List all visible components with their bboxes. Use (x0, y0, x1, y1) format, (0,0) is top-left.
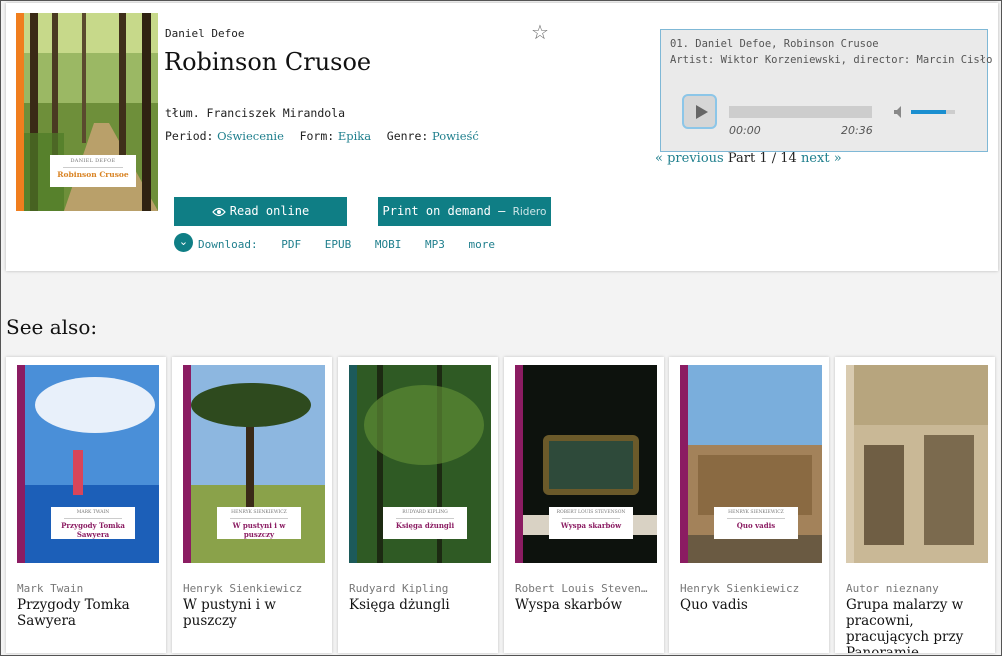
book-cover[interactable]: DANIEL DEFOE Robinson Crusoe (16, 13, 158, 211)
download-epub[interactable]: EPUB (325, 238, 352, 251)
cover-spine (17, 365, 25, 563)
period-label: Period: (165, 129, 214, 143)
book-translator: tłum. Franciszek Mirandola (165, 106, 346, 120)
see-also-card-wyspa-skarbow[interactable]: ROBERT LOUIS STEVENSON Wyspa skarbów Rober… (504, 357, 664, 653)
cover-title: Wyspa skarbów (560, 521, 622, 530)
see-also-card-quo-vadis[interactable]: HENRYK SIENKIEWICZ Quo vadis Henryk Sienki… (669, 357, 829, 653)
see-also-author[interactable]: Henryk Sienkiewicz (680, 582, 822, 595)
see-also-author[interactable]: Mark Twain (17, 582, 159, 595)
download-mp3[interactable]: MP3 (425, 238, 445, 251)
see-also-title[interactable]: Quo vadis (680, 597, 822, 613)
period-link[interactable]: Oświecenie (217, 129, 284, 143)
see-also-title[interactable]: Wyspa skarbów (515, 597, 657, 613)
cover-title: Quo vadis (736, 521, 776, 530)
read-online-label: Read online (229, 204, 310, 218)
print-on-demand-button[interactable]: Print on demand – Ridero (378, 197, 551, 226)
part-indicator: Part 1 / 14 (727, 151, 797, 166)
cover-spine (349, 365, 357, 563)
cover-spine (680, 365, 688, 563)
download-pdf[interactable]: PDF (281, 238, 301, 251)
cover-label: HENRYK SIENKIEWICZ Quo vadis (714, 507, 798, 539)
see-also-cover[interactable]: HENRYK SIENKIEWICZ W pustyni i w puszczy (183, 365, 325, 563)
see-also-title[interactable]: Księga dżungli (349, 597, 491, 613)
see-also-cover[interactable]: RUDYARD KIPLING Księga dżungli (349, 365, 491, 563)
progress-track[interactable] (729, 106, 872, 118)
see-also-heading: See also: (6, 315, 98, 339)
book-author[interactable]: Daniel Defoe (165, 27, 244, 40)
cover-label: ROBERT LOUIS STEVENSON Wyspa skarbów (549, 507, 633, 539)
play-button[interactable] (682, 94, 717, 129)
see-also-author[interactable]: Henryk Sienkiewicz (183, 582, 325, 595)
genre-label: Genre: (386, 129, 429, 143)
download-icon[interactable]: ⌄ (174, 233, 193, 252)
cover-label: MARK TWAIN Przygody Tomka Sawyera (51, 507, 135, 539)
cover-label: RUDYARD KIPLING Księga dżungli (383, 507, 467, 539)
previous-link[interactable]: « previous (655, 151, 724, 166)
book-meta: Period: Oświecenie Form: Epika Genre: Po… (165, 129, 491, 143)
cover-label: DANIEL DEFOE Robinson Crusoe (50, 155, 136, 187)
see-also-title[interactable]: W pustyni i w puszczy (183, 597, 325, 629)
see-also-title[interactable]: Grupa malarzy w pracowni, pracujących pr… (846, 597, 988, 653)
cover-title: Robinson Crusoe (57, 170, 129, 179)
audio-player: 01. Daniel Defoe, Robinson Crusoe Artist… (660, 29, 992, 152)
cover-author: HENRYK SIENKIEWICZ (728, 510, 784, 515)
download-label: Download: (198, 238, 258, 251)
next-link[interactable]: next » (801, 151, 842, 166)
read-online-button[interactable]: Read online (174, 197, 347, 226)
see-also-author[interactable]: Autor nieznany (846, 582, 988, 595)
print-on-demand-label: Print on demand – (382, 204, 506, 218)
cover-author: ROBERT LOUIS STEVENSON (556, 510, 626, 515)
cover-image (854, 365, 988, 563)
book-title: Robinson Crusoe (164, 48, 372, 76)
eye-icon (211, 207, 226, 216)
genre-link[interactable]: Powieść (432, 129, 479, 143)
see-also-cover[interactable]: HENRYK SIENKIEWICZ Quo vadis (680, 365, 822, 563)
see-also-title[interactable]: Przygody Tomka Sawyera (17, 597, 159, 629)
book-card: DANIEL DEFOE Robinson Crusoe Daniel Defo… (6, 3, 998, 271)
see-also-author[interactable]: Rudyard Kipling (349, 582, 491, 595)
download-mobi[interactable]: MOBI (375, 238, 402, 251)
download-more[interactable]: more (468, 238, 495, 251)
form-link[interactable]: Epika (338, 129, 371, 143)
form-label: Form: (299, 129, 335, 143)
see-also-card-grupa-malarzy[interactable]: Autor nieznany Grupa malarzy w pracowni, … (835, 357, 995, 653)
cover-title: Przygody Tomka Sawyera (61, 521, 125, 539)
see-also-card-ksiega-dzungli[interactable]: RUDYARD KIPLING Księga dżungli Rudyard Kip… (338, 357, 498, 653)
cover-author: DANIEL DEFOE (70, 158, 116, 164)
print-partner-label: Ridero (512, 206, 547, 218)
see-also-card-w-pustyni-i-w-puszczy[interactable]: HENRYK SIENKIEWICZ W pustyni i w puszczy H… (172, 357, 332, 653)
favorite-star-icon[interactable]: ☆ (531, 20, 549, 44)
see-also-author[interactable]: Robert Louis Steven… (515, 582, 657, 595)
see-also-cover[interactable]: ROBERT LOUIS STEVENSON Wyspa skarbów (515, 365, 657, 563)
cover-spine (16, 13, 24, 211)
cover-spine (846, 365, 854, 563)
cover-title: Księga dżungli (395, 521, 455, 530)
download-bar: Download: PDF EPUB MOBI MP3 more (198, 238, 495, 251)
cover-spine (515, 365, 523, 563)
volume-icon[interactable] (893, 105, 907, 119)
volume-slider[interactable] (911, 110, 955, 114)
see-also-cover[interactable]: MARK TWAIN Przygody Tomka Sawyera (17, 365, 159, 563)
player-artist: Artist: Wiktor Korzeniewski, director: M… (670, 54, 993, 66)
player-track: 01. Daniel Defoe, Robinson Crusoe (670, 38, 879, 50)
cover-spine (183, 365, 191, 563)
cover-author: MARK TWAIN (76, 510, 110, 515)
current-time: 00:00 (729, 124, 761, 137)
cover-title: W pustyni i w puszczy (232, 521, 286, 539)
cover-author: RUDYARD KIPLING (402, 510, 448, 515)
see-also-card-przygody-tomka-sawyera[interactable]: MARK TWAIN Przygody Tomka Sawyera Mark Twa… (6, 357, 166, 653)
cover-label: HENRYK SIENKIEWICZ W pustyni i w puszczy (217, 507, 301, 539)
part-pager: « previous Part 1 / 14 next » (655, 151, 842, 166)
cover-author: HENRYK SIENKIEWICZ (231, 510, 287, 515)
total-time: 20:36 (841, 124, 873, 137)
see-also-cover[interactable] (846, 365, 988, 563)
